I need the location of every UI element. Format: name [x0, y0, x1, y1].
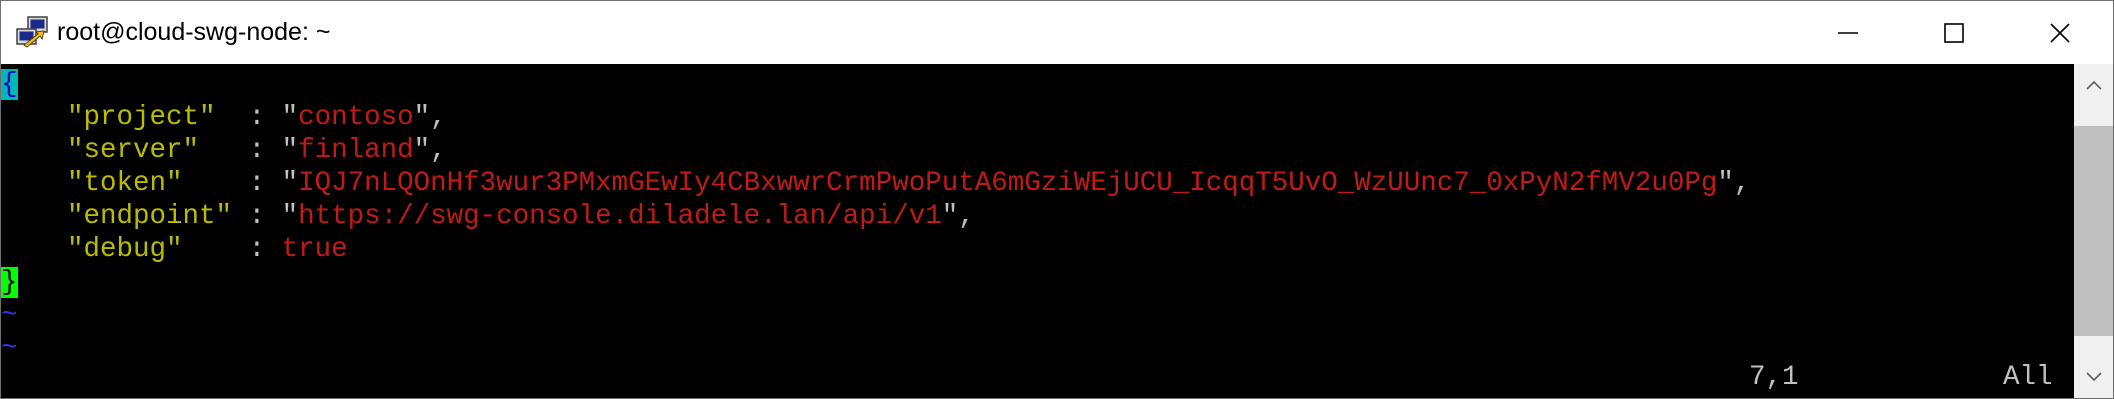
pad — [183, 168, 249, 199]
editor-line-debug: "debug" : true — [1, 233, 348, 266]
pad — [216, 102, 249, 133]
quote: " — [941, 201, 959, 232]
minimize-button[interactable] — [1795, 1, 1901, 64]
putty-terminal-icon[interactable] — [14, 15, 50, 49]
editor-line-token: "token" : "IQJ7nLQOnHf3wur3PMxmGEwIy4CBx… — [1, 167, 1750, 200]
title-bar[interactable]: root@cloud-swg-node: ~ — [1, 1, 2113, 64]
quote: " — [281, 102, 299, 133]
editor-line-1: { — [1, 68, 18, 101]
json-key: "debug" — [67, 234, 183, 265]
json-value: https://swg-console.diladele.lan/api/v1 — [298, 201, 942, 232]
terminal-window: root@cloud-swg-node: ~ { "project" : "co… — [0, 0, 2114, 399]
json-value: true — [281, 234, 348, 265]
comma: , — [430, 102, 447, 133]
separator: : — [248, 135, 282, 166]
comma: , — [958, 201, 975, 232]
scroll-thumb[interactable] — [2074, 126, 2113, 336]
json-key: "project" — [67, 102, 216, 133]
editor-line-server: "server" : "finland", — [1, 134, 447, 167]
empty-line-tilde: ~ — [1, 300, 18, 331]
editor-line-7: } — [1, 266, 18, 299]
comma: , — [1733, 168, 1751, 199]
quote: " — [281, 201, 299, 232]
window-title: root@cloud-swg-node: ~ — [57, 18, 331, 46]
close-brace: } — [1, 267, 18, 298]
json-key: "endpoint" — [67, 201, 233, 232]
open-brace: { — [1, 69, 18, 100]
quote: " — [413, 135, 431, 166]
comma: , — [430, 135, 447, 166]
editor-line-project: "project" : "contoso", — [1, 101, 447, 134]
pad — [199, 135, 249, 166]
editor-line-endpoint: "endpoint" : "https://swg-console.dilade… — [1, 200, 975, 233]
quote: " — [281, 168, 299, 199]
quote: " — [1717, 168, 1734, 199]
pad — [183, 234, 249, 265]
chevron-up-icon — [2086, 80, 2102, 90]
pad — [232, 201, 249, 232]
maximize-icon — [1944, 23, 1964, 43]
chevron-down-icon — [2086, 372, 2102, 382]
separator: : — [248, 201, 282, 232]
json-key: "server" — [67, 135, 200, 166]
maximize-button[interactable] — [1901, 1, 2007, 64]
vertical-scrollbar[interactable] — [2074, 64, 2113, 398]
scroll-indicator: All — [2003, 362, 2053, 393]
quote: " — [413, 102, 431, 133]
json-key: "token" — [67, 168, 183, 199]
quote: " — [281, 135, 299, 166]
close-button[interactable] — [2007, 1, 2113, 64]
json-value: finland — [298, 135, 414, 166]
separator: : — [248, 168, 282, 199]
empty-line-tilde: ~ — [1, 333, 18, 364]
separator: : — [248, 102, 282, 133]
cursor-position: 7,1 — [1749, 362, 1799, 393]
terminal-screen[interactable]: { "project" : "contoso", "server" : "fin… — [1, 64, 2074, 398]
separator: : — [248, 234, 282, 265]
json-value: contoso — [298, 102, 414, 133]
close-icon — [2050, 23, 2070, 43]
minimize-icon — [1838, 32, 1858, 34]
json-value: IQJ7nLQOnHf3wur3PMxmGEwIy4CBxwwrCrmPwoPu… — [298, 168, 1718, 199]
scroll-down-button[interactable] — [2074, 356, 2113, 398]
scroll-up-button[interactable] — [2074, 64, 2113, 106]
